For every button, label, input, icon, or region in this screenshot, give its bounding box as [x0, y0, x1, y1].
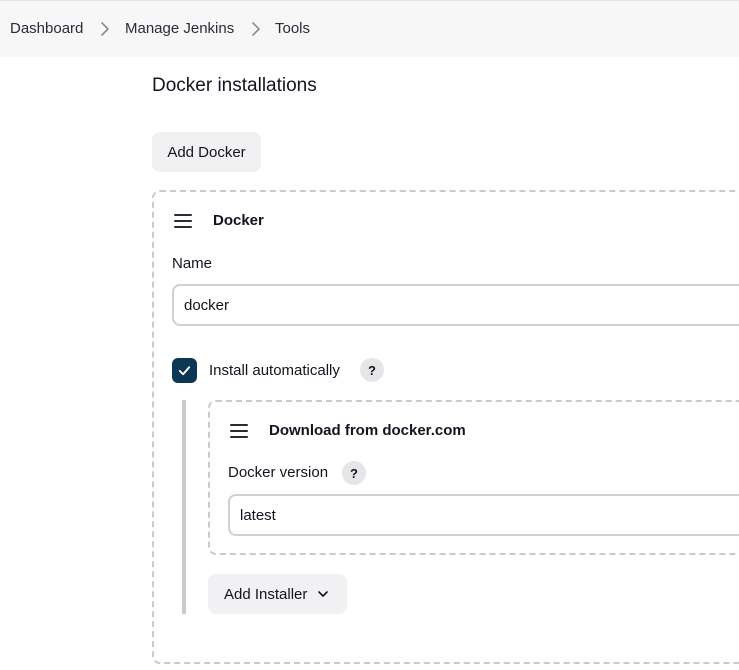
chevron-down-icon [318, 591, 329, 597]
breadcrumb-dashboard[interactable]: Dashboard [10, 20, 83, 37]
section-title: Docker installations [152, 75, 317, 96]
install-automatically-label: Install automatically [209, 362, 340, 379]
installer-group-rule [182, 400, 186, 614]
name-label: Name [172, 255, 213, 272]
add-installer-label: Add Installer [224, 585, 308, 603]
breadcrumb-manage-jenkins[interactable]: Manage Jenkins [125, 20, 234, 37]
installation-title: Docker [213, 212, 264, 229]
install-automatically-help-icon[interactable]: ? [360, 358, 384, 382]
add-installer-button[interactable]: Add Installer [208, 574, 347, 614]
drag-handle-icon[interactable] [174, 214, 192, 228]
add-docker-button[interactable]: Add Docker [152, 132, 261, 172]
drag-handle-icon[interactable] [230, 424, 248, 438]
install-automatically-checkbox[interactable] [172, 358, 197, 383]
installer-title: Download from docker.com [269, 422, 466, 439]
docker-version-help-icon[interactable]: ? [342, 461, 366, 485]
name-input[interactable] [172, 284, 739, 326]
chevron-right-icon [101, 22, 109, 36]
breadcrumb: Dashboard Manage Jenkins Tools [0, 0, 739, 57]
docker-version-input[interactable] [228, 494, 739, 536]
chevron-right-icon [252, 22, 260, 36]
docker-version-label: Docker version [228, 464, 329, 481]
add-docker-label: Add Docker [167, 143, 246, 161]
check-icon [178, 366, 191, 376]
breadcrumb-tools[interactable]: Tools [275, 20, 310, 37]
